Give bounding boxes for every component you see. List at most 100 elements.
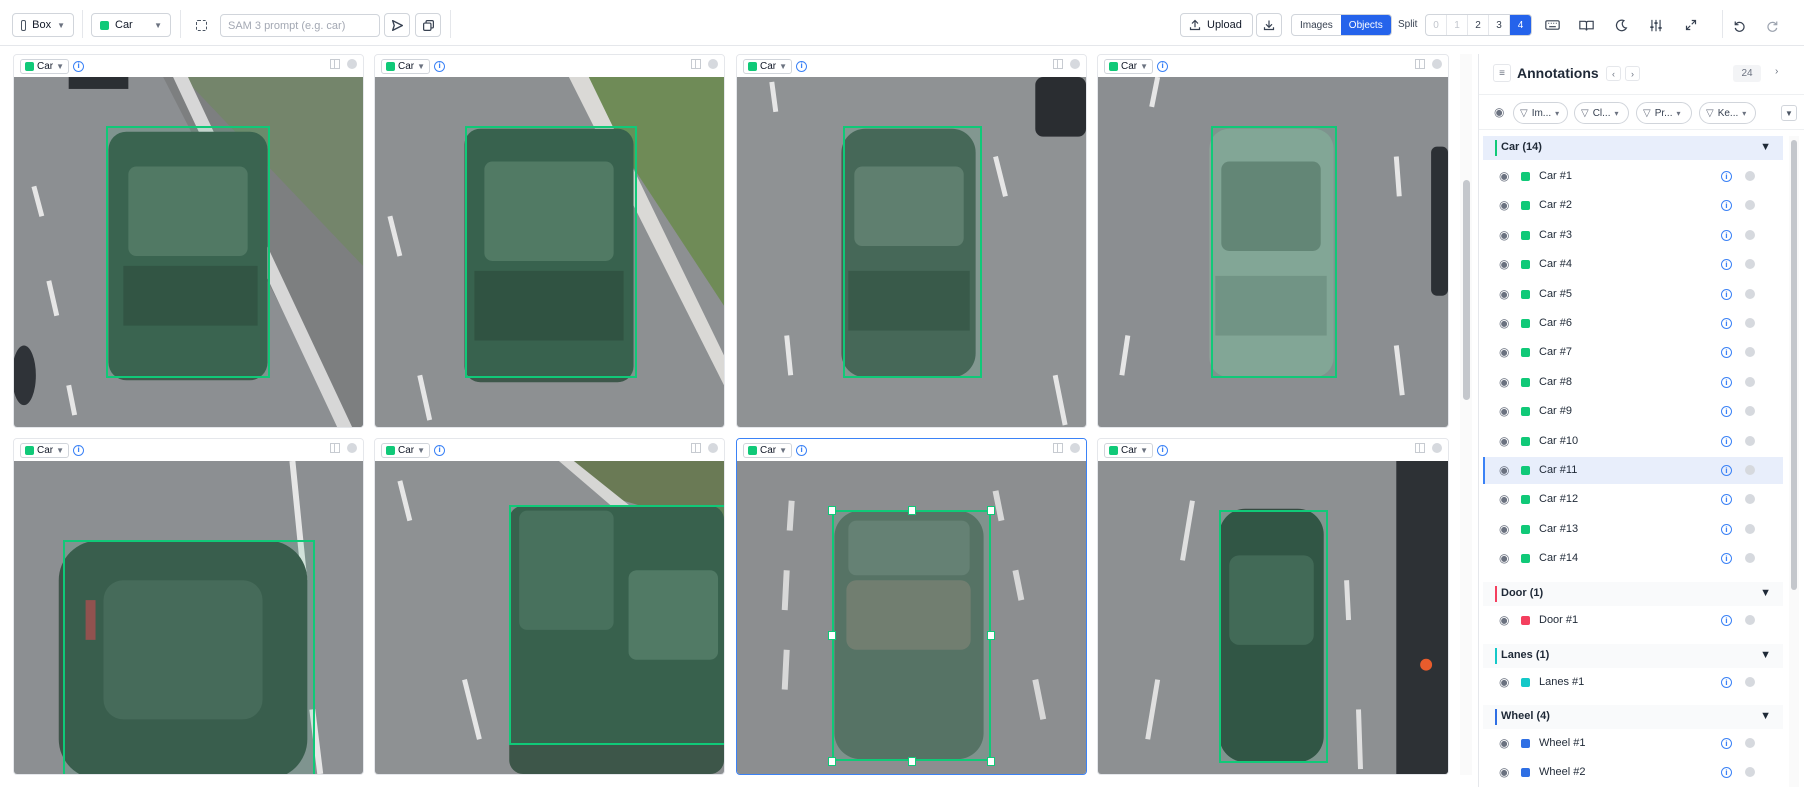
list-item[interactable]: ◉ Car #14 i [1483, 545, 1783, 572]
eye-icon[interactable]: ◉ [1499, 765, 1509, 779]
eye-icon[interactable]: ◉ [1499, 463, 1509, 477]
eye-icon[interactable]: ◉ [1499, 404, 1509, 418]
group-header-door[interactable]: Door (1) ▼ [1483, 582, 1783, 606]
filter-menu-button[interactable]: ▼ [1781, 105, 1797, 121]
collapse-panel-icon[interactable]: › [1775, 66, 1778, 77]
status-dot-icon[interactable] [347, 59, 357, 69]
filter-property[interactable]: ▽ Pr... ▾ [1636, 102, 1692, 124]
grid-icon[interactable] [1053, 59, 1063, 69]
eye-icon[interactable]: ◉ [1499, 736, 1509, 750]
image-tile[interactable]: Car ▼ i [374, 438, 725, 775]
status-dot-icon[interactable] [1745, 318, 1755, 328]
keyboard-button[interactable] [1539, 13, 1565, 37]
tile-class-select[interactable]: Car ▼ [1104, 58, 1154, 74]
split-option-3[interactable]: 3 [1489, 15, 1510, 35]
image-tile[interactable]: Car ▼ i [374, 54, 725, 428]
download-button[interactable] [1256, 13, 1282, 37]
grid-scrollbar-thumb[interactable] [1463, 180, 1470, 400]
status-dot-icon[interactable] [1745, 494, 1755, 504]
tile-class-select[interactable]: Car ▼ [1104, 442, 1154, 458]
duplicate-button[interactable] [415, 13, 441, 37]
group-header-car[interactable]: Car (14) ▼ [1483, 136, 1783, 160]
eye-icon[interactable]: ◉ [1499, 551, 1509, 565]
resize-handle-n[interactable] [908, 506, 916, 515]
dark-mode-button[interactable] [1608, 13, 1634, 37]
status-dot-icon[interactable] [1432, 443, 1442, 453]
filter-image[interactable]: ▽ Im... ▾ [1513, 102, 1568, 124]
send-prompt-button[interactable] [384, 13, 410, 37]
info-icon[interactable]: i [1721, 494, 1732, 505]
status-dot-icon[interactable] [1745, 171, 1755, 181]
collapse-triangle-icon[interactable]: ▼ [1760, 710, 1771, 722]
status-dot-icon[interactable] [1745, 200, 1755, 210]
info-icon[interactable]: i [796, 60, 808, 72]
list-item[interactable]: ◉ Wheel #2 i [1483, 759, 1783, 786]
tile-class-select[interactable]: Car ▼ [743, 442, 793, 458]
eye-icon[interactable]: ◉ [1499, 198, 1509, 212]
list-item[interactable]: ◉ Door #1 i [1483, 607, 1783, 634]
info-icon[interactable]: i [1721, 406, 1732, 417]
bounding-box[interactable] [843, 126, 982, 378]
sam-prompt-input[interactable] [220, 14, 380, 37]
list-item[interactable]: ◉ Car #3 i [1483, 222, 1783, 249]
image-tile[interactable]: Car ▼ i [13, 54, 364, 428]
list-item[interactable]: ◉ Car #13 i [1483, 516, 1783, 543]
status-dot-icon[interactable] [1745, 436, 1755, 446]
filter-class[interactable]: ▽ Cl... ▾ [1574, 102, 1629, 124]
status-dot-icon[interactable] [1745, 553, 1755, 563]
grid-icon[interactable] [330, 443, 340, 453]
status-dot-icon[interactable] [1745, 406, 1755, 416]
resize-handle-sw[interactable] [828, 757, 836, 766]
split-option-4[interactable]: 4 [1510, 15, 1531, 35]
collapse-triangle-icon[interactable]: ▼ [1760, 587, 1771, 599]
image-tile[interactable]: Car ▼ i [1097, 54, 1449, 428]
image-canvas[interactable] [14, 77, 363, 427]
info-icon[interactable]: i [1721, 553, 1732, 564]
eye-icon[interactable]: ◉ [1499, 169, 1509, 183]
eye-icon[interactable]: ◉ [1499, 434, 1509, 448]
eye-icon[interactable]: ◉ [1499, 675, 1509, 689]
grid-icon[interactable] [1415, 443, 1425, 453]
grid-icon[interactable] [691, 443, 701, 453]
status-dot-icon[interactable] [1070, 443, 1080, 453]
info-icon[interactable]: i [1721, 767, 1732, 778]
class-select[interactable]: Car ▼ [91, 13, 171, 37]
info-icon[interactable]: i [1157, 444, 1169, 456]
bounding-box[interactable] [1219, 510, 1328, 763]
tool-select[interactable]: Box ▼ [12, 13, 74, 37]
collapse-triangle-icon[interactable]: ▼ [1760, 141, 1771, 153]
resize-handle-w[interactable] [828, 631, 836, 640]
bounding-box[interactable] [106, 126, 270, 378]
grid-scrollbar[interactable] [1460, 54, 1472, 775]
tile-class-select[interactable]: Car ▼ [381, 58, 431, 74]
split-option-2[interactable]: 2 [1468, 15, 1489, 35]
info-icon[interactable]: i [1721, 347, 1732, 358]
info-icon[interactable]: i [73, 60, 85, 72]
status-dot-icon[interactable] [347, 443, 357, 453]
image-canvas[interactable] [375, 461, 724, 774]
next-annotation-button[interactable]: › [1625, 66, 1640, 81]
status-dot-icon[interactable] [1745, 677, 1755, 687]
info-icon[interactable]: i [1721, 318, 1732, 329]
list-item[interactable]: ◉ Lanes #1 i [1483, 669, 1783, 696]
image-tile[interactable]: Car ▼ i [736, 54, 1087, 428]
status-dot-icon[interactable] [1745, 615, 1755, 625]
bounding-box[interactable] [63, 540, 315, 774]
bounding-box-selected[interactable] [832, 510, 991, 761]
info-icon[interactable]: i [1157, 60, 1169, 72]
split-option-1[interactable]: 1 [1447, 15, 1468, 35]
list-item[interactable]: ◉ Car #4 i [1483, 251, 1783, 278]
tile-class-select[interactable]: Car ▼ [381, 442, 431, 458]
status-dot-icon[interactable] [1745, 524, 1755, 534]
panel-scrollbar-thumb[interactable] [1791, 140, 1797, 590]
select-box-icon[interactable] [188, 13, 214, 37]
image-tile-selected[interactable]: Car ▼ i [736, 438, 1087, 775]
info-icon[interactable]: i [1721, 230, 1732, 241]
info-icon[interactable]: i [1721, 377, 1732, 388]
book-button[interactable] [1573, 13, 1599, 37]
image-tile[interactable]: Car ▼ i [13, 438, 364, 775]
status-dot-icon[interactable] [1745, 230, 1755, 240]
info-icon[interactable]: i [434, 60, 446, 72]
info-icon[interactable]: i [1721, 436, 1732, 447]
prev-annotation-button[interactable]: ‹ [1606, 66, 1621, 81]
